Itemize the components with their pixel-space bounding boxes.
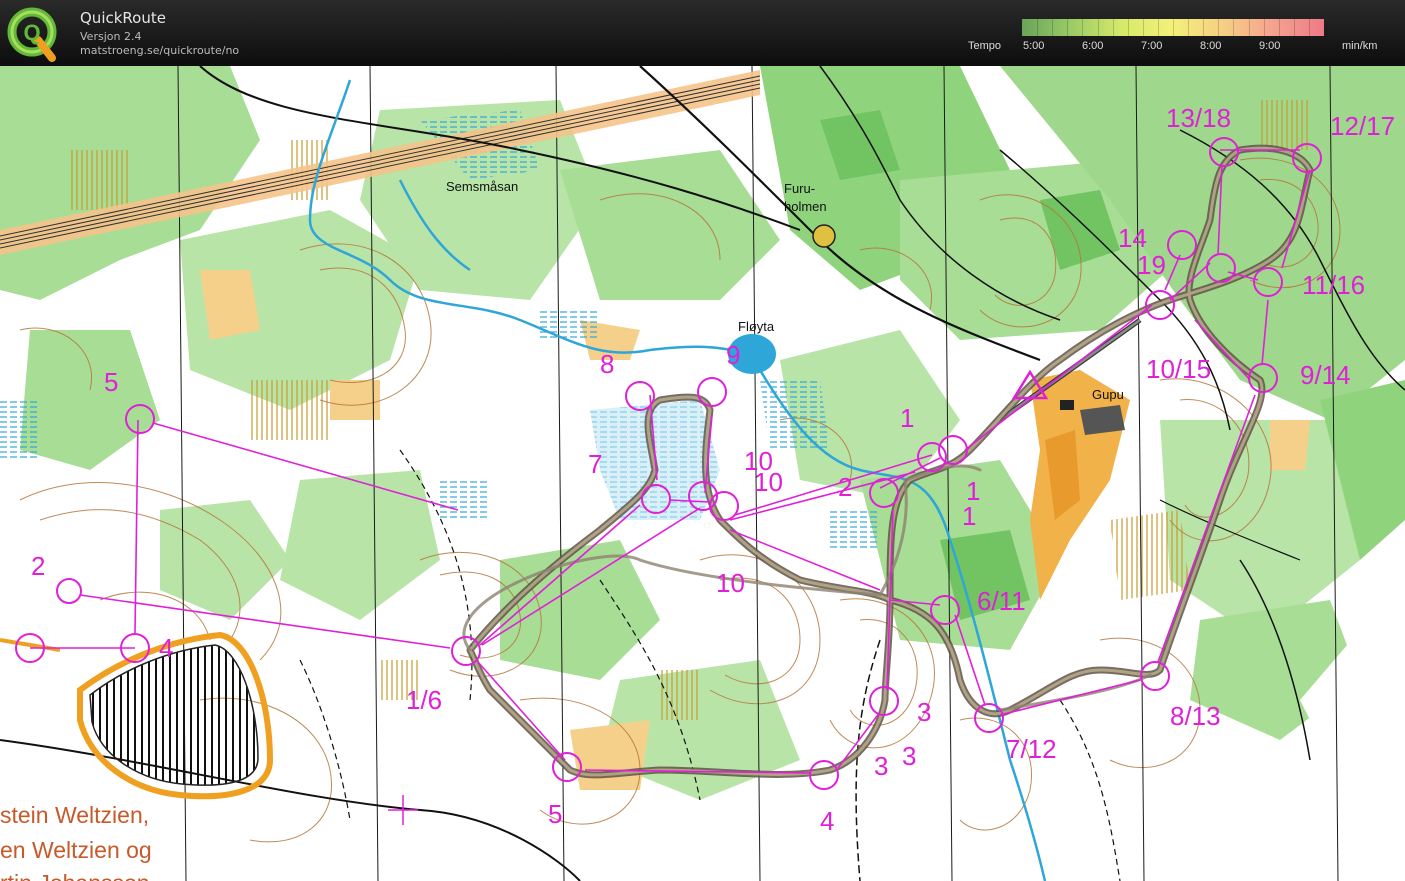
place-name: Fløyta bbox=[738, 319, 775, 334]
control-number: 8/13 bbox=[1170, 701, 1221, 731]
control-number: 13/18 bbox=[1166, 103, 1231, 133]
control-number: 3 bbox=[902, 741, 916, 771]
control-number: 4 bbox=[820, 806, 834, 836]
tempo-tick: 5:00 bbox=[1023, 40, 1045, 52]
tempo-scale-segment bbox=[1082, 19, 1084, 36]
place-name: holmen bbox=[784, 199, 827, 214]
control-number: 7/12 bbox=[1006, 734, 1057, 764]
tempo-scale-segment bbox=[1293, 19, 1295, 36]
app-title: QuickRoute bbox=[80, 9, 166, 27]
control-number: 1/6 bbox=[406, 685, 442, 715]
tempo-scale-segment bbox=[1278, 19, 1280, 36]
place-name: Gupu bbox=[1092, 387, 1124, 402]
tempo-unit: min/km bbox=[1342, 40, 1378, 52]
tempo-scale-segment bbox=[1037, 19, 1039, 36]
tempo-scale-segment bbox=[1052, 19, 1054, 36]
tempo-tick: 7:00 bbox=[1141, 40, 1163, 52]
tempo-legend-label: Tempo bbox=[968, 40, 1002, 52]
control-number: 19 bbox=[1137, 250, 1166, 280]
control-number: 10 bbox=[716, 568, 745, 598]
tempo-scale-segment bbox=[1173, 19, 1174, 36]
tempo-scale-segment bbox=[1308, 19, 1310, 36]
tempo-scale-segment bbox=[1127, 19, 1129, 36]
control-number: 5 bbox=[548, 799, 562, 829]
tempo-scale-segment bbox=[1112, 19, 1114, 36]
tempo-scale-segment bbox=[1142, 19, 1144, 36]
place-name: Furu- bbox=[784, 181, 815, 196]
tempo-scale-segment bbox=[1188, 19, 1190, 36]
control-number: 2 bbox=[838, 472, 852, 502]
tempo-tick: 8:00 bbox=[1200, 40, 1222, 52]
control-number: 11/16 bbox=[1302, 270, 1365, 300]
control-number: 9 bbox=[726, 340, 740, 370]
app-version: Versjon 2.4 bbox=[80, 30, 142, 43]
map-credit-line: en Weltzien og bbox=[0, 837, 152, 863]
logo-letter: Q bbox=[23, 20, 40, 45]
tempo-scale-segment bbox=[1233, 19, 1235, 36]
tempo-color-scale bbox=[1022, 19, 1324, 36]
map-credit-line: rtin Johansson bbox=[0, 870, 150, 881]
tempo-scale-segment bbox=[1203, 19, 1205, 36]
tempo-scale-segment bbox=[1218, 19, 1220, 36]
tempo-scale-segment bbox=[1067, 19, 1069, 36]
tempo-scale-segment bbox=[1248, 19, 1250, 36]
control-number: 14 bbox=[1118, 223, 1147, 253]
control-number: 6/11 bbox=[977, 586, 1026, 616]
control-number: 4 bbox=[159, 633, 173, 663]
control-number: 1 bbox=[900, 403, 914, 433]
app-url: matstroeng.se/quickroute/no bbox=[80, 44, 240, 57]
map-credit-line: stein Weltzien, bbox=[0, 802, 150, 828]
control-number: 10 bbox=[754, 467, 783, 497]
control-number: 3 bbox=[874, 751, 888, 781]
tempo-scale-segment bbox=[1097, 19, 1099, 36]
control-number: 12/17 bbox=[1330, 111, 1395, 141]
tempo-tick: 6:00 bbox=[1082, 40, 1104, 52]
control-number: 1 bbox=[962, 501, 976, 531]
place-name: Semsmåsan bbox=[446, 179, 518, 194]
header-bar: Q QuickRoute Versjon 2.4 matstroeng.se/q… bbox=[0, 0, 1405, 66]
control-number: 5 bbox=[104, 367, 118, 397]
tempo-scale-segment bbox=[1157, 19, 1159, 36]
control-number: 7 bbox=[588, 449, 602, 479]
control-number: 3 bbox=[917, 697, 931, 727]
orienteering-map[interactable]: Semsmåsan Furu- holmen Fløyta Gupu 13/18… bbox=[0, 66, 1405, 881]
control-number: 9/14 bbox=[1300, 360, 1351, 390]
quickroute-logo-icon: Q bbox=[6, 6, 62, 62]
quickroute-window: Q QuickRoute Versjon 2.4 matstroeng.se/q… bbox=[0, 0, 1405, 881]
tempo-scale-segment bbox=[1263, 19, 1265, 36]
control-number: 8 bbox=[600, 349, 614, 379]
furuholmen-feature bbox=[812, 224, 836, 248]
control-number: 2 bbox=[31, 551, 45, 581]
control-number: 10/15 bbox=[1146, 354, 1211, 384]
tempo-tick: 9:00 bbox=[1259, 40, 1281, 52]
